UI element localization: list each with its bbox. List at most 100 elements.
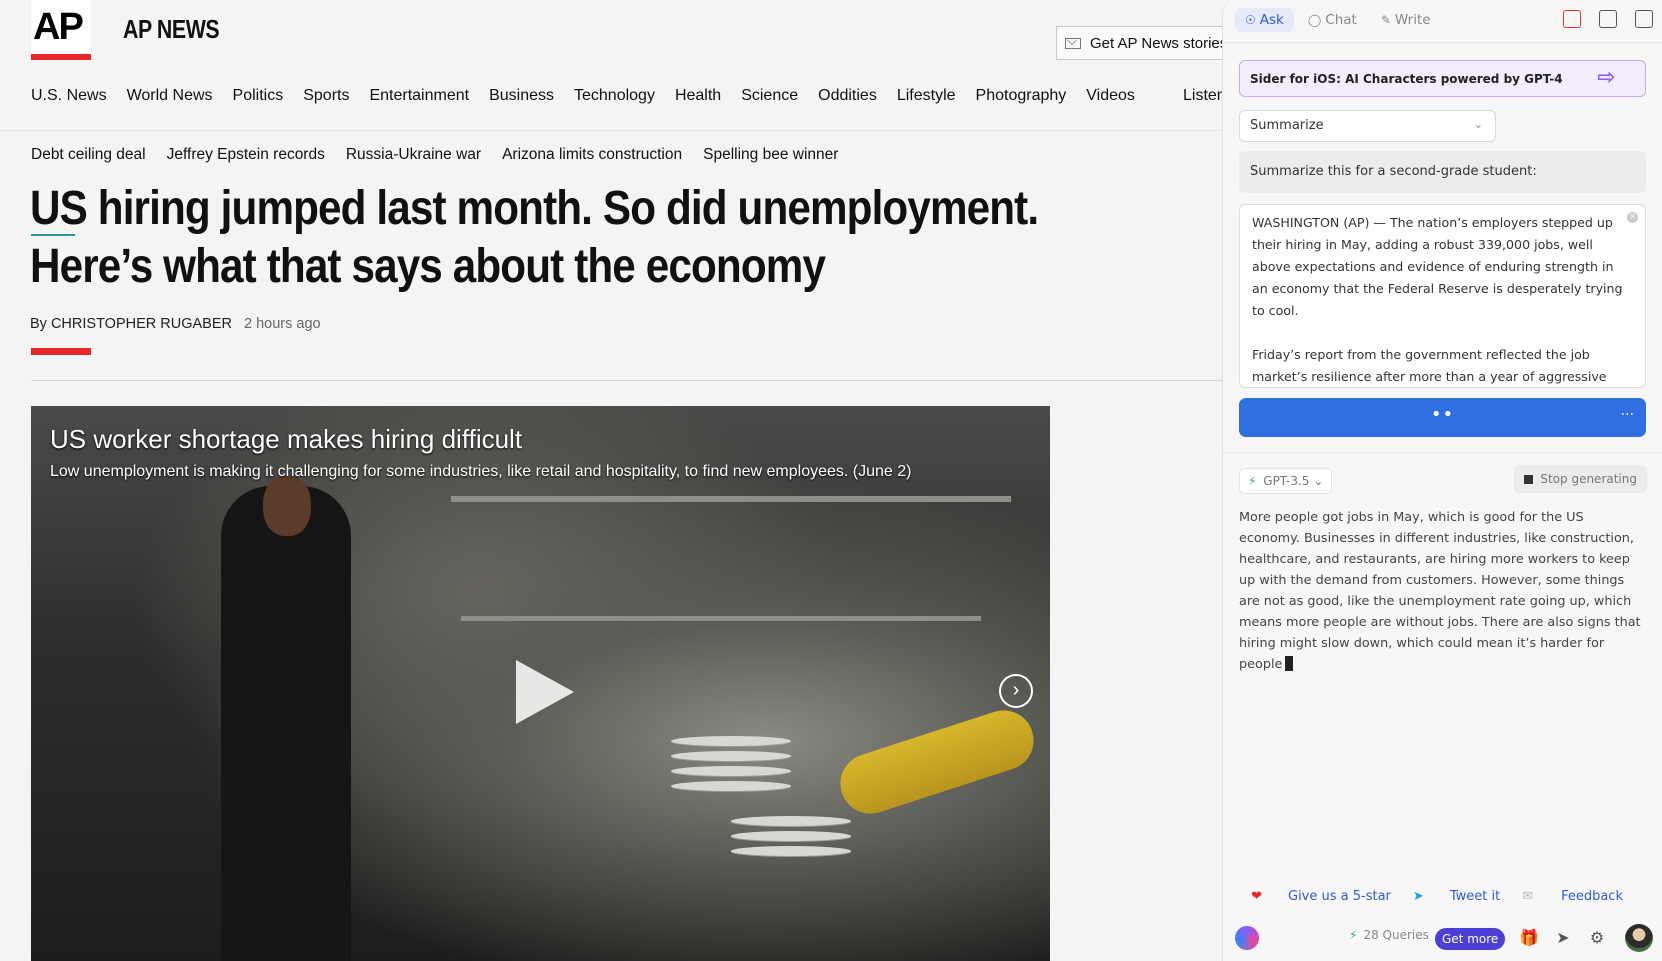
trending-item[interactable]: Spelling bee winner xyxy=(703,146,838,164)
video-frame-yellow-roll xyxy=(832,702,1042,822)
pdf-icon[interactable] xyxy=(1563,10,1581,28)
next-video-button[interactable]: › xyxy=(999,674,1033,708)
feedback-link[interactable]: ✉ Feedback xyxy=(1522,889,1623,904)
nav-item-science[interactable]: Science xyxy=(741,87,798,105)
video-frame-plate xyxy=(731,816,851,826)
timestamp: 2 hours ago xyxy=(244,316,321,332)
trending-list: Debt ceiling deal Jeffrey Epstein record… xyxy=(31,146,859,164)
video-frame-plate xyxy=(671,751,791,761)
model-selector[interactable]: ⚡ GPT-3.5 ⌄ xyxy=(1239,468,1333,494)
video-frame-plate xyxy=(731,846,851,856)
arrow-right-icon: ⇨ xyxy=(1597,65,1616,90)
tab-write[interactable]: ✎ Write xyxy=(1371,8,1441,32)
sider-panel: ☉ Ask ◯ Chat ✎ Write Sider for iOS: AI C… xyxy=(1222,0,1662,961)
video-frame-plate xyxy=(731,831,851,841)
stop-icon xyxy=(1524,475,1534,484)
get-more-button[interactable]: Get more xyxy=(1435,928,1506,950)
tab-label: Ask xyxy=(1259,12,1284,28)
sidebar-toggle-icon[interactable] xyxy=(1635,10,1653,28)
sider-logo-icon[interactable] xyxy=(1235,926,1259,950)
bolt-icon: ⚡ xyxy=(1248,474,1257,488)
nav-item-technology[interactable]: Technology xyxy=(574,87,655,105)
play-icon[interactable] xyxy=(516,660,574,724)
nav-item-health[interactable]: Health xyxy=(675,87,721,105)
loading-indicator: •• xyxy=(1430,404,1455,425)
tab-chat[interactable]: ◯ Chat xyxy=(1298,8,1367,32)
video-frame-person-head xyxy=(263,476,311,536)
nav-item-us-news[interactable]: U.S. News xyxy=(31,87,107,105)
query-counter: ⚡ 28 Queries xyxy=(1349,928,1429,942)
trending-item[interactable]: Debt ceiling deal xyxy=(31,146,146,164)
trending-item[interactable]: Russia-Ukraine war xyxy=(346,146,481,164)
nav-item-sports[interactable]: Sports xyxy=(303,87,349,105)
brand-title[interactable]: AP NEWS xyxy=(123,14,220,45)
video-frame-shelf xyxy=(451,496,1011,502)
newsletter-button[interactable]: Get AP News stories xyxy=(1056,26,1222,60)
tab-label: Write xyxy=(1394,12,1431,28)
video-title: US worker shortage makes hiring difficul… xyxy=(50,424,523,454)
nav-item-entertainment[interactable]: Entertainment xyxy=(369,87,469,105)
chevron-down-icon: ⌄ xyxy=(1313,474,1324,488)
video-frame-person xyxy=(221,486,351,961)
feedback-links: ❤ Give us a 5-star ➤ Tweet it ✉ Feedback xyxy=(1223,889,1662,904)
divider xyxy=(1223,42,1662,43)
avatar[interactable] xyxy=(1625,924,1653,952)
tweet-link[interactable]: ➤ Tweet it xyxy=(1413,889,1500,904)
rocket-icon[interactable]: ➤ xyxy=(1553,928,1573,948)
divider xyxy=(31,380,1222,381)
nav-item-oddities[interactable]: Oddities xyxy=(818,87,877,105)
article-headline: US hiring jumped last month. So did unem… xyxy=(30,182,1039,293)
ap-logo[interactable]: AP xyxy=(31,0,91,60)
accent-rule xyxy=(31,348,91,355)
video-frame-plate xyxy=(671,781,791,791)
envelope-icon xyxy=(1065,37,1081,49)
pen-icon: ✎ xyxy=(1380,13,1391,27)
chat-bubble-icon: ◯ xyxy=(1307,13,1322,27)
logo-red-bar xyxy=(31,54,91,60)
action-select[interactable]: Summarize ⌄ xyxy=(1239,110,1496,142)
source-paragraph: WASHINGTON (AP) — The nation’s employers… xyxy=(1252,215,1623,318)
more-options-icon[interactable]: ··· xyxy=(1621,407,1634,423)
sider-tabs: ☉ Ask ◯ Chat ✎ Write xyxy=(1235,8,1445,32)
video-frame-shelf xyxy=(461,616,981,621)
heart-icon: ❤ xyxy=(1251,889,1262,904)
rate-link[interactable]: ❤ Give us a 5-star xyxy=(1251,889,1391,904)
listen-link[interactable]: Listen xyxy=(1183,87,1222,105)
video-frame-plate xyxy=(671,736,791,746)
source-text-area[interactable]: × WASHINGTON (AP) — The nation’s employe… xyxy=(1239,204,1646,388)
action-select-value: Summarize xyxy=(1250,118,1324,133)
gift-icon[interactable]: 🎁 xyxy=(1519,928,1539,948)
site-header: AP AP NEWS Get AP News stories U.S. News… xyxy=(0,0,1222,130)
newsletter-label: Get AP News stories xyxy=(1090,34,1222,52)
answer-text: More people got jobs in May, which is go… xyxy=(1239,510,1641,672)
person-icon: ☉ xyxy=(1245,13,1256,27)
nav-item-photography[interactable]: Photography xyxy=(976,87,1067,105)
tab-ask[interactable]: ☉ Ask xyxy=(1235,8,1294,32)
sider-toolbar xyxy=(1545,10,1653,28)
promo-text: Sider for iOS: AI Characters powered by … xyxy=(1250,71,1563,86)
video-player[interactable]: US worker shortage makes hiring difficul… xyxy=(31,406,1050,961)
gear-icon[interactable]: ⚙ xyxy=(1587,928,1607,948)
nav-item-world-news[interactable]: World News xyxy=(127,87,213,105)
mail-icon: ✉ xyxy=(1522,889,1534,904)
nav-item-business[interactable]: Business xyxy=(489,87,554,105)
nav-item-politics[interactable]: Politics xyxy=(233,87,284,105)
source-paragraph: Friday’s report from the government refl… xyxy=(1252,347,1607,384)
model-name: GPT-3.5 xyxy=(1263,474,1310,488)
screenshot-icon[interactable] xyxy=(1599,10,1617,28)
trending-item[interactable]: Arizona limits construction xyxy=(502,146,682,164)
promo-banner[interactable]: Sider for iOS: AI Characters powered by … xyxy=(1239,60,1646,97)
generate-button[interactable]: •• ··· xyxy=(1239,398,1646,437)
trending-bar: Debt ceiling deal Jeffrey Epstein record… xyxy=(0,130,1222,180)
trending-item[interactable]: Jeffrey Epstein records xyxy=(167,146,325,164)
clear-icon[interactable]: × xyxy=(1627,212,1638,223)
nav-item-videos[interactable]: Videos xyxy=(1086,87,1135,105)
rate-label: Give us a 5-star xyxy=(1288,889,1391,904)
stop-generating-button[interactable]: Stop generating xyxy=(1514,465,1647,493)
byline: By CHRISTOPHER RUGABER 2 hours ago xyxy=(30,316,321,332)
sider-bottom-bar: ⚡ 28 Queries Get more 🎁 ➤ ⚙ xyxy=(1223,920,1662,961)
nav-item-lifestyle[interactable]: Lifestyle xyxy=(897,87,956,105)
headline-link-underline xyxy=(31,234,75,236)
author-link[interactable]: CHRISTOPHER RUGABER xyxy=(51,316,232,332)
video-frame-plate xyxy=(671,766,791,776)
